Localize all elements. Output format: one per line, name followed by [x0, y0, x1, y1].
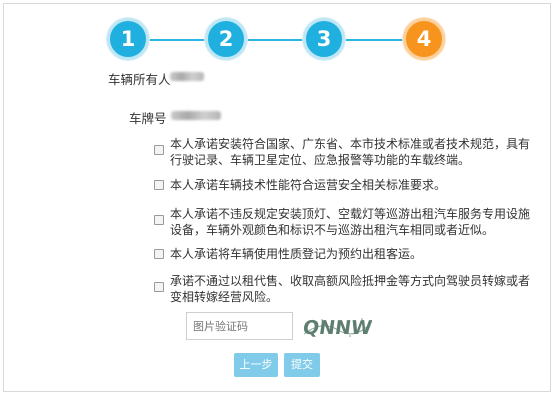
step-4-active: 4	[403, 18, 445, 60]
commitment-item: 本人承诺将车辆使用性质登记为预约出租客运。	[154, 246, 534, 264]
step-connector	[147, 39, 209, 41]
commitment-checkbox[interactable]	[154, 145, 164, 155]
commitment-checkbox[interactable]	[154, 282, 164, 292]
captcha-input[interactable]	[186, 312, 293, 340]
captcha-image[interactable]: QNNW	[302, 314, 372, 340]
commitment-text: 本人承诺不违反规定安装顶灯、空载灯等巡游出租汽车服务专用设施设备，车辆外观颜色和…	[170, 207, 531, 237]
step-2: 2	[205, 18, 247, 60]
progress-stepper: 1 2 3 4	[0, 0, 554, 80]
commitment-checkbox[interactable]	[154, 180, 164, 190]
commitment-text: 本人承诺安装符合国家、广东省、本市技术标准或者技术规范，具有行驶记录、车辆卫星定…	[170, 137, 531, 167]
commitment-item: 本人承诺车辆技术性能符合运营安全相关标准要求。	[154, 177, 534, 195]
step-3: 3	[303, 18, 345, 60]
commitment-item: 承诺不通过以租代售、收取高额风险抵押金等方式向驾驶员转嫁或者变相转嫁经营风险。	[154, 273, 534, 307]
commitment-text: 本人承诺车辆技术性能符合运营安全相关标准要求。	[170, 178, 447, 192]
plate-value-redacted	[171, 111, 221, 120]
submit-button[interactable]: 提交	[284, 353, 320, 377]
commitment-item: 本人承诺安装符合国家、广东省、本市技术标准或者技术规范，具有行驶记录、车辆卫星定…	[154, 136, 534, 170]
step-connector	[343, 39, 405, 41]
commitment-item: 本人承诺不违反规定安装顶灯、空载灯等巡游出租汽车服务专用设施设备，车辆外观颜色和…	[154, 206, 534, 240]
step-1: 1	[107, 18, 149, 60]
plate-label: 车牌号	[129, 111, 167, 126]
commitment-checkbox[interactable]	[154, 249, 164, 259]
commitment-text: 承诺不通过以租代售、收取高额风险抵押金等方式向驾驶员转嫁或者变相转嫁经营风险。	[170, 274, 531, 304]
commitment-text: 本人承诺将车辆使用性质登记为预约出租客运。	[170, 247, 423, 261]
owner-value-redacted	[170, 72, 204, 81]
step-connector	[245, 39, 307, 41]
commitment-checkbox[interactable]	[154, 215, 164, 225]
owner-label: 车辆所有人	[108, 72, 171, 87]
previous-step-button[interactable]: 上一步	[234, 353, 278, 377]
